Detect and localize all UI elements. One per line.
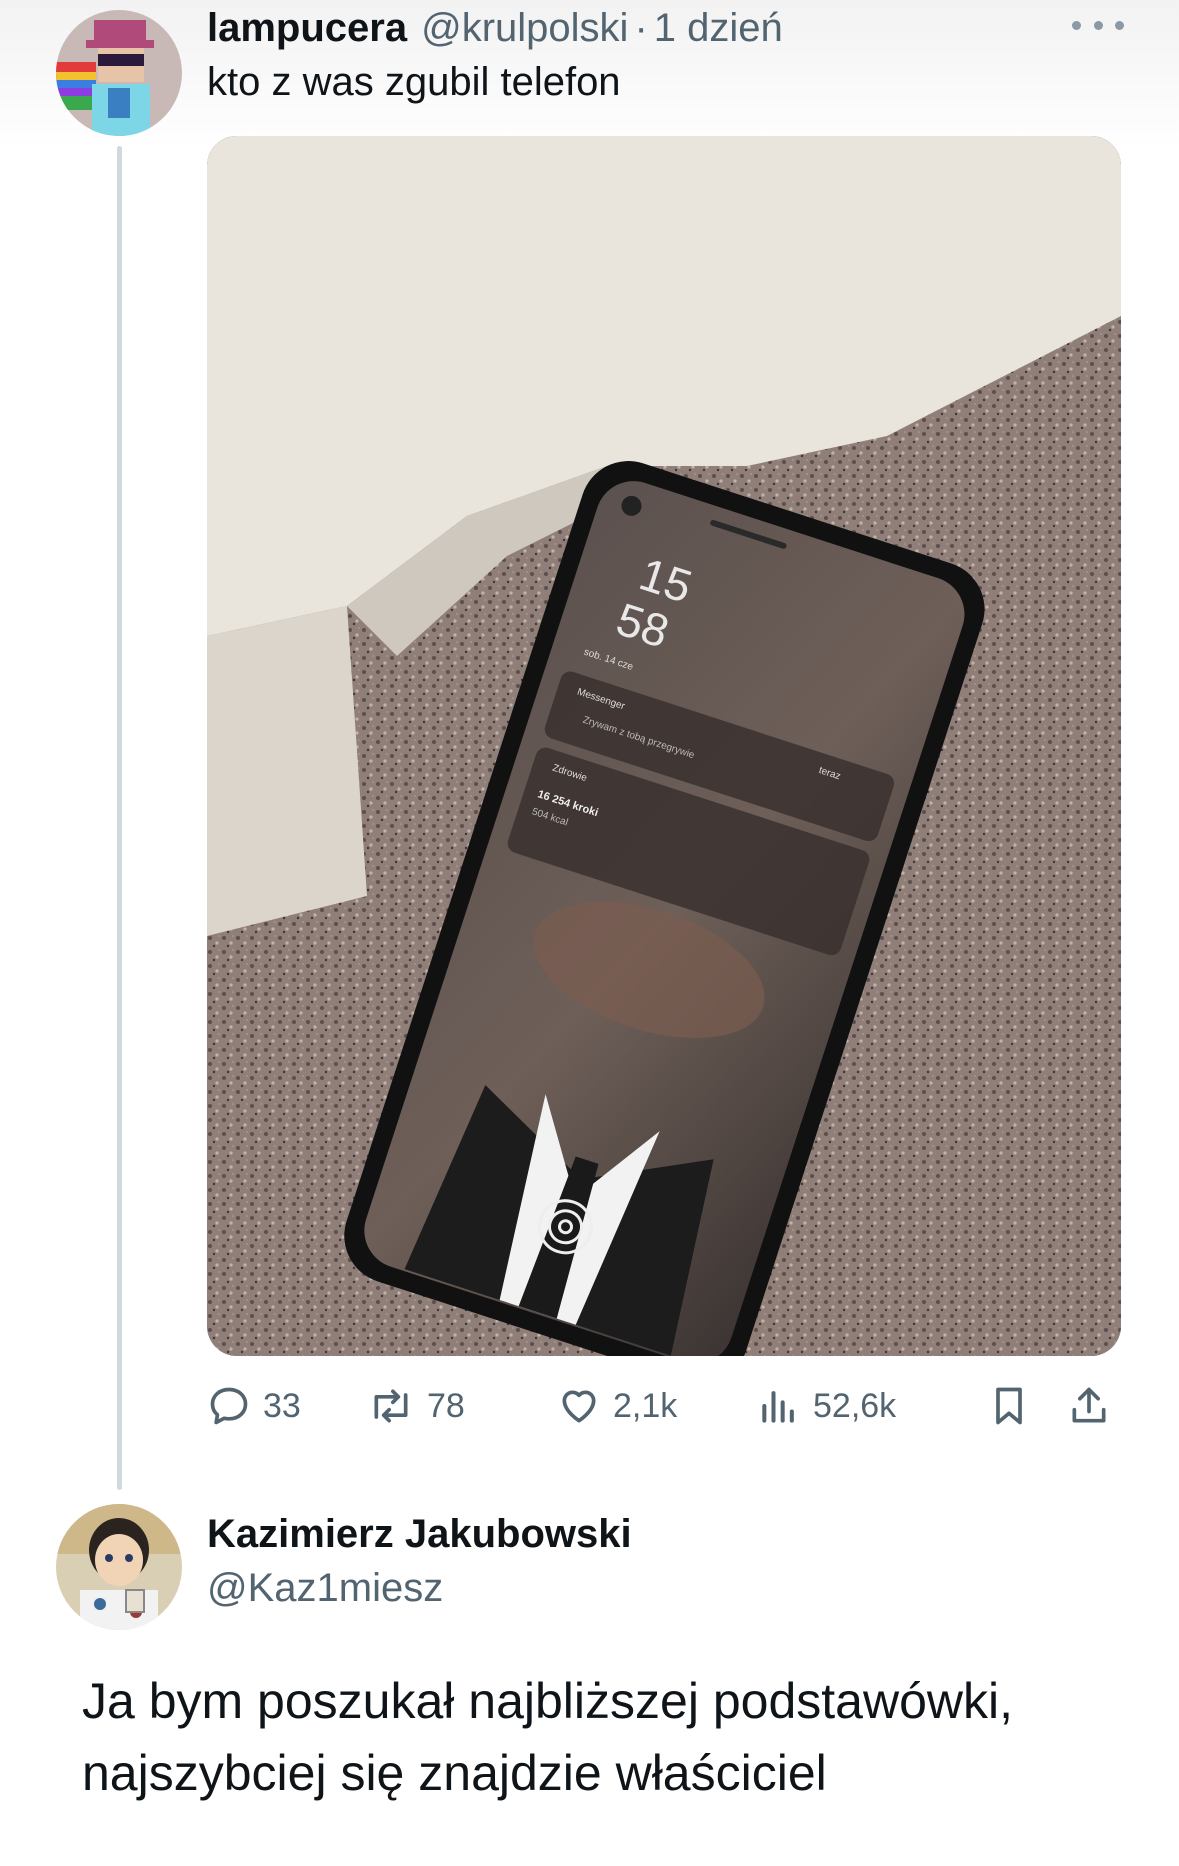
reply-button[interactable]: 33 bbox=[207, 1376, 301, 1436]
reply-author-handle[interactable]: @Kaz1miesz bbox=[207, 1566, 443, 1611]
repost-button[interactable]: 78 bbox=[367, 1376, 465, 1436]
tweet-media-image[interactable]: 15 58 sob. 14 cze Messenger teraz Zrywam… bbox=[207, 136, 1121, 1356]
reply-icon bbox=[210, 1387, 248, 1425]
share-icon bbox=[1072, 1387, 1106, 1423]
bookmark-button[interactable] bbox=[987, 1376, 1043, 1436]
heart-icon bbox=[562, 1390, 596, 1423]
author-avatar[interactable] bbox=[56, 10, 182, 136]
separator-dot: · bbox=[634, 6, 648, 50]
reply-count: 33 bbox=[263, 1386, 301, 1425]
views-button[interactable]: 52,6k bbox=[757, 1376, 896, 1436]
tweet-text: kto z was zgubil telefon bbox=[207, 60, 621, 104]
reply-author-avatar[interactable] bbox=[56, 1504, 182, 1630]
views-count: 52,6k bbox=[813, 1386, 897, 1425]
tweet-actions: 33 78 2,1k 52,6k bbox=[207, 1376, 1121, 1436]
bookmark-icon bbox=[996, 1387, 1022, 1425]
repost-count: 78 bbox=[427, 1386, 465, 1425]
repost-icon bbox=[374, 1389, 408, 1423]
like-button[interactable]: 2,1k bbox=[557, 1376, 677, 1436]
tweet-header: lampucera @krulpolski · 1 dzień bbox=[207, 6, 783, 56]
share-button[interactable] bbox=[1067, 1376, 1123, 1436]
views-icon bbox=[762, 1391, 794, 1423]
like-count: 2,1k bbox=[613, 1386, 678, 1425]
reply-text: Ja bym poszukał najbliższej podstawówki,… bbox=[82, 1673, 1013, 1801]
author-handle[interactable]: @krulpolski bbox=[421, 6, 628, 51]
reply-author-name[interactable]: Kazimierz Jakubowski bbox=[207, 1512, 632, 1557]
tweet-timestamp[interactable]: 1 dzień bbox=[654, 6, 783, 51]
thread-line bbox=[117, 146, 122, 1490]
ellipsis-icon[interactable] bbox=[1072, 10, 1124, 40]
author-name[interactable]: lampucera bbox=[207, 6, 407, 51]
